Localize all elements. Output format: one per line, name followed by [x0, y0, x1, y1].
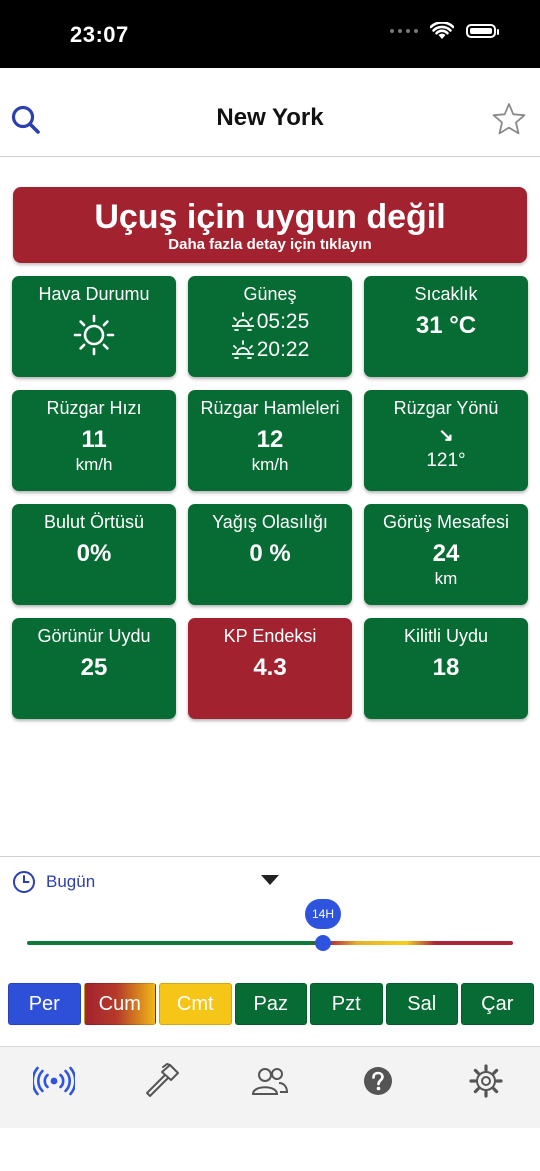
sun-tile[interactable]: Güneş 05:25 20:22 [188, 276, 352, 377]
status-time: 23:07 [70, 22, 129, 47]
navigation-bar: New York [0, 68, 540, 157]
tab-help[interactable] [356, 1061, 400, 1101]
tab-bar [0, 1046, 540, 1129]
settings-gear-icon [469, 1064, 503, 1098]
wifi-icon [430, 22, 454, 39]
tile-label: KP Endeksi [223, 626, 317, 646]
battery-icon [466, 24, 499, 38]
day-buttons: Per Cum Cmt Paz Pzt Sal Çar [8, 983, 534, 1025]
flight-status-title: Uçuş için uygun değil [94, 198, 446, 236]
sunrise-icon [231, 312, 254, 331]
day-button-paz[interactable]: Paz [234, 983, 307, 1025]
sunset-time: 20:22 [256, 338, 310, 361]
cloud-cover-tile[interactable]: Bulut Örtüsü 0% [12, 504, 176, 605]
visibility-tile[interactable]: Görüş Mesafesi 24 km [364, 504, 528, 605]
users-icon [251, 1068, 289, 1095]
conditions-grid: Hava Durumu Güneş 05:25 20:22 Sıcaklık 3… [12, 276, 528, 719]
visibility-unit: km [434, 569, 458, 588]
tile-label: Kilitli Uydu [403, 626, 489, 646]
flight-status-subtitle: Daha fazla detay için tıklayın [168, 236, 372, 253]
wind-speed-tile[interactable]: Rüzgar Hızı 11 km/h [12, 390, 176, 491]
sunset-icon [231, 340, 254, 359]
tile-label: Hava Durumu [38, 284, 150, 304]
locked-satellites-value: 18 [432, 654, 460, 681]
wind-gusts-unit: km/h [251, 455, 289, 474]
clock-icon [13, 871, 35, 893]
wind-direction-value: 121° [426, 450, 466, 471]
tile-label: Bulut Örtüsü [43, 512, 145, 532]
day-button-sal[interactable]: Sal [385, 983, 458, 1025]
tab-settings[interactable] [464, 1061, 508, 1101]
status-icons [390, 22, 499, 40]
signal-dots-icon [390, 29, 418, 33]
day-button-pzt[interactable]: Pzt [310, 983, 383, 1025]
sun-icon [73, 314, 115, 356]
temperature-tile[interactable]: Sıcaklık 31 °C [364, 276, 528, 377]
locked-satellites-tile[interactable]: Kilitli Uydu 18 [364, 618, 528, 719]
status-bar: 23:07 [0, 0, 540, 68]
wind-speed-value: 11 [81, 426, 107, 453]
hour-bubble: 14H [305, 899, 341, 929]
sunset-row: 20:22 [188, 336, 352, 364]
hour-slider-thumb[interactable] [315, 935, 331, 951]
tab-community[interactable] [248, 1061, 292, 1101]
wind-direction-tile[interactable]: Rüzgar Yönü ↘ 121° [364, 390, 528, 491]
visible-satellites-value: 25 [80, 654, 108, 681]
tile-label: Güneş [243, 284, 297, 304]
tab-tools[interactable] [140, 1061, 184, 1101]
precipitation-value: 0 % [249, 540, 291, 567]
day-button-cum[interactable]: Cum [83, 983, 156, 1025]
day-selector-label: Bugün [46, 872, 96, 891]
forecast-timeline: Bugün 14H Per Cum Cmt Paz Pzt Sal Çar [0, 856, 540, 1047]
page-title: New York [216, 104, 324, 131]
temperature-value: 31 °C [415, 312, 477, 339]
sunrise-row: 05:25 [188, 308, 352, 336]
star-icon[interactable] [492, 102, 526, 136]
cloud-cover-value: 0% [76, 540, 112, 567]
home-indicator-area [0, 1128, 540, 1171]
tile-label: Rüzgar Yönü [393, 398, 499, 418]
broadcast-icon [33, 1066, 75, 1096]
day-button-per[interactable]: Per [8, 983, 81, 1025]
visible-satellites-tile[interactable]: Görünür Uydu 25 [12, 618, 176, 719]
visibility-value: 24 [432, 540, 460, 567]
day-selector[interactable]: Bugün [12, 870, 95, 894]
wind-direction-arrow-icon: ↘ [438, 425, 454, 445]
day-button-car[interactable]: Çar [461, 983, 534, 1025]
day-button-cmt[interactable]: Cmt [159, 983, 232, 1025]
tile-label: Rüzgar Hamleleri [200, 398, 340, 418]
wind-gusts-tile[interactable]: Rüzgar Hamleleri 12 km/h [188, 390, 352, 491]
precipitation-tile[interactable]: Yağış Olasılığı 0 % [188, 504, 352, 605]
kp-index-value: 4.3 [253, 654, 287, 681]
help-icon [364, 1067, 392, 1095]
tile-label: Görüş Mesafesi [382, 512, 510, 532]
kp-index-tile[interactable]: KP Endeksi 4.3 [188, 618, 352, 719]
wind-speed-unit: km/h [75, 455, 113, 474]
hammer-icon [146, 1063, 179, 1097]
dropdown-arrow-icon[interactable] [261, 875, 279, 885]
tile-label: Rüzgar Hızı [46, 398, 142, 418]
wind-gusts-value: 12 [256, 426, 284, 453]
tile-label: Sıcaklık [414, 284, 478, 304]
tile-label: Yağış Olasılığı [212, 512, 328, 532]
flight-status-banner[interactable]: Uçuş için uygun değil Daha fazla detay i… [13, 187, 527, 263]
tab-broadcast[interactable] [32, 1061, 76, 1101]
sunrise-time: 05:25 [256, 310, 310, 333]
tile-label: Görünür Uydu [37, 626, 151, 646]
hour-slider-track[interactable] [27, 941, 513, 945]
weather-tile[interactable]: Hava Durumu [12, 276, 176, 377]
